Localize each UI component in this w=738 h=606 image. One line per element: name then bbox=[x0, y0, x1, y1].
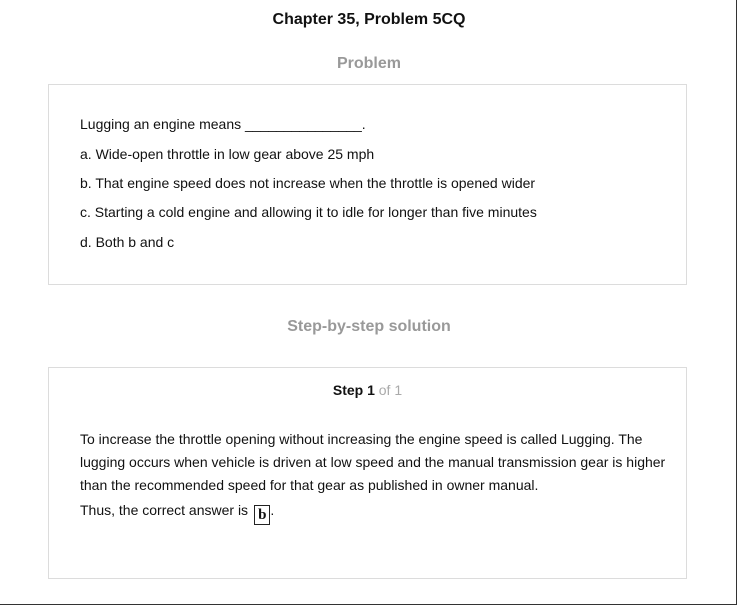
step-indicator: Step 1 of 1 bbox=[49, 382, 686, 398]
solution-heading: Step-by-step solution bbox=[287, 318, 451, 335]
option-b: b. That engine speed does not increase w… bbox=[80, 175, 536, 191]
answer-suffix: . bbox=[270, 502, 275, 518]
option-c: c. Starting a cold engine and allowing i… bbox=[80, 204, 537, 220]
problem-question: Lugging an engine means _______________. bbox=[80, 116, 366, 132]
problem-card: Lugging an engine means _______________.… bbox=[48, 84, 687, 285]
step-number: Step 1 bbox=[332, 382, 375, 398]
step-total: of 1 bbox=[378, 382, 403, 398]
answer-box: b bbox=[254, 505, 271, 525]
answer-prefix: Thus, the correct answer is bbox=[80, 502, 249, 518]
answer-line: Thus, the correct answer is b. bbox=[80, 502, 274, 525]
problem-heading: Problem bbox=[336, 55, 401, 72]
option-a: a. Wide-open throttle in low gear above … bbox=[80, 146, 375, 162]
solution-explanation: To increase the throttle opening without… bbox=[80, 431, 666, 493]
page-title: Chapter 35, Problem 5CQ bbox=[272, 11, 466, 28]
option-d: d. Both b and c bbox=[80, 234, 175, 250]
solution-card: Step 1 of 1 To increase the throttle ope… bbox=[48, 367, 687, 579]
